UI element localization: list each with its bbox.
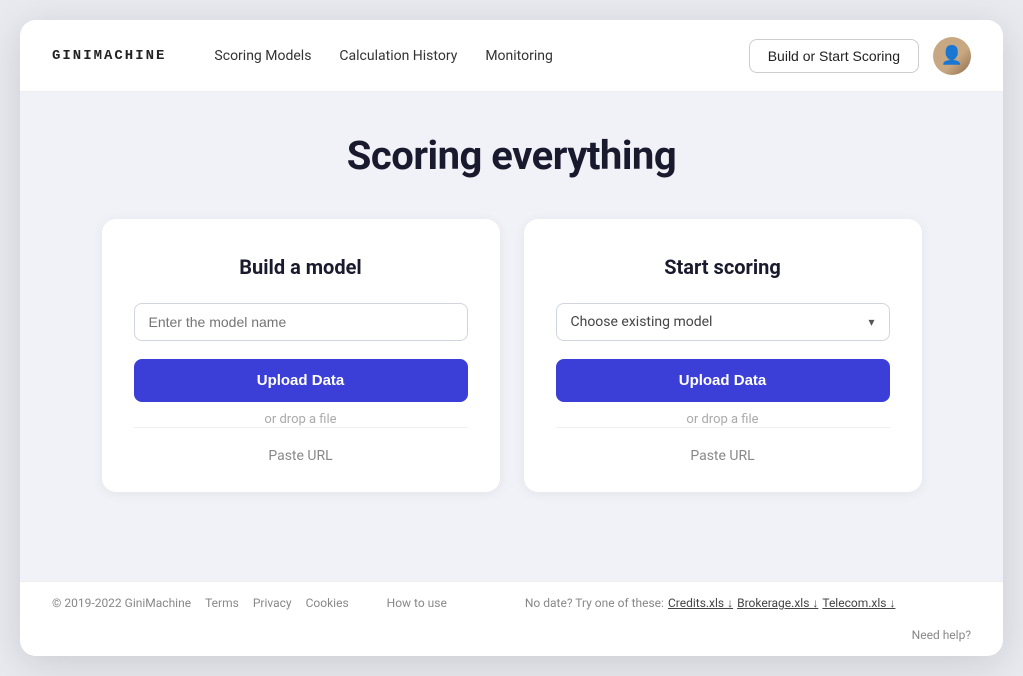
cards-row: Build a model Upload Data or drop a file… — [102, 219, 922, 492]
model-select-label: Choose existing model — [571, 314, 713, 330]
build-model-card: Build a model Upload Data or drop a file… — [102, 219, 500, 492]
footer-privacy[interactable]: Privacy — [253, 596, 292, 610]
footer-file-credits[interactable]: Credits.xls ↓ — [668, 596, 733, 610]
app-window: GINIMACHINE Scoring Models Calculation H… — [20, 20, 1003, 656]
start-scoring-card: Start scoring Choose existing model ▾ Up… — [524, 219, 922, 492]
nav-monitoring[interactable]: Monitoring — [485, 48, 553, 64]
main-content: Scoring everything Build a model Upload … — [20, 92, 1003, 581]
score-paste-url[interactable]: Paste URL — [556, 427, 890, 464]
nav-links: Scoring Models Calculation History Monit… — [214, 48, 552, 64]
build-drop-hint: or drop a file — [264, 412, 336, 427]
build-paste-url[interactable]: Paste URL — [134, 427, 468, 464]
score-card-title: Start scoring — [664, 255, 781, 279]
nav-scoring-models[interactable]: Scoring Models — [214, 48, 311, 64]
build-or-start-button[interactable]: Build or Start Scoring — [749, 39, 919, 73]
footer-left: © 2019-2022 GiniMachine Terms Privacy Co… — [52, 596, 349, 610]
nav-right: Build or Start Scoring 👤 — [749, 37, 971, 75]
navbar: GINIMACHINE Scoring Models Calculation H… — [20, 20, 1003, 92]
logo: GINIMACHINE — [52, 48, 166, 64]
model-select-display[interactable]: Choose existing model ▾ — [556, 303, 890, 341]
footer-terms[interactable]: Terms — [205, 596, 239, 610]
score-drop-hint: or drop a file — [686, 412, 758, 427]
nav-calculation-history[interactable]: Calculation History — [339, 48, 457, 64]
footer-how-to-use[interactable]: How to use — [387, 596, 447, 610]
model-name-input[interactable] — [134, 303, 468, 341]
footer-try-text: No date? Try one of these: — [525, 596, 664, 610]
footer-cookies[interactable]: Cookies — [306, 596, 349, 610]
footer-copyright: © 2019-2022 GiniMachine — [52, 596, 191, 610]
footer: © 2019-2022 GiniMachine Terms Privacy Co… — [20, 581, 1003, 656]
footer-file-telecom[interactable]: Telecom.xls ↓ — [822, 596, 895, 610]
model-select-wrapper[interactable]: Choose existing model ▾ — [556, 303, 890, 341]
avatar-image: 👤 — [933, 37, 971, 75]
footer-need-help[interactable]: Need help? — [912, 628, 971, 642]
avatar[interactable]: 👤 — [933, 37, 971, 75]
footer-try-files: No date? Try one of these: Credits.xls ↓… — [525, 596, 896, 610]
build-upload-button[interactable]: Upload Data — [134, 359, 468, 402]
build-card-title: Build a model — [239, 255, 361, 279]
page-title: Scoring everything — [347, 132, 676, 179]
score-upload-button[interactable]: Upload Data — [556, 359, 890, 402]
chevron-down-icon: ▾ — [868, 315, 874, 329]
footer-file-brokerage[interactable]: Brokerage.xls ↓ — [737, 596, 818, 610]
